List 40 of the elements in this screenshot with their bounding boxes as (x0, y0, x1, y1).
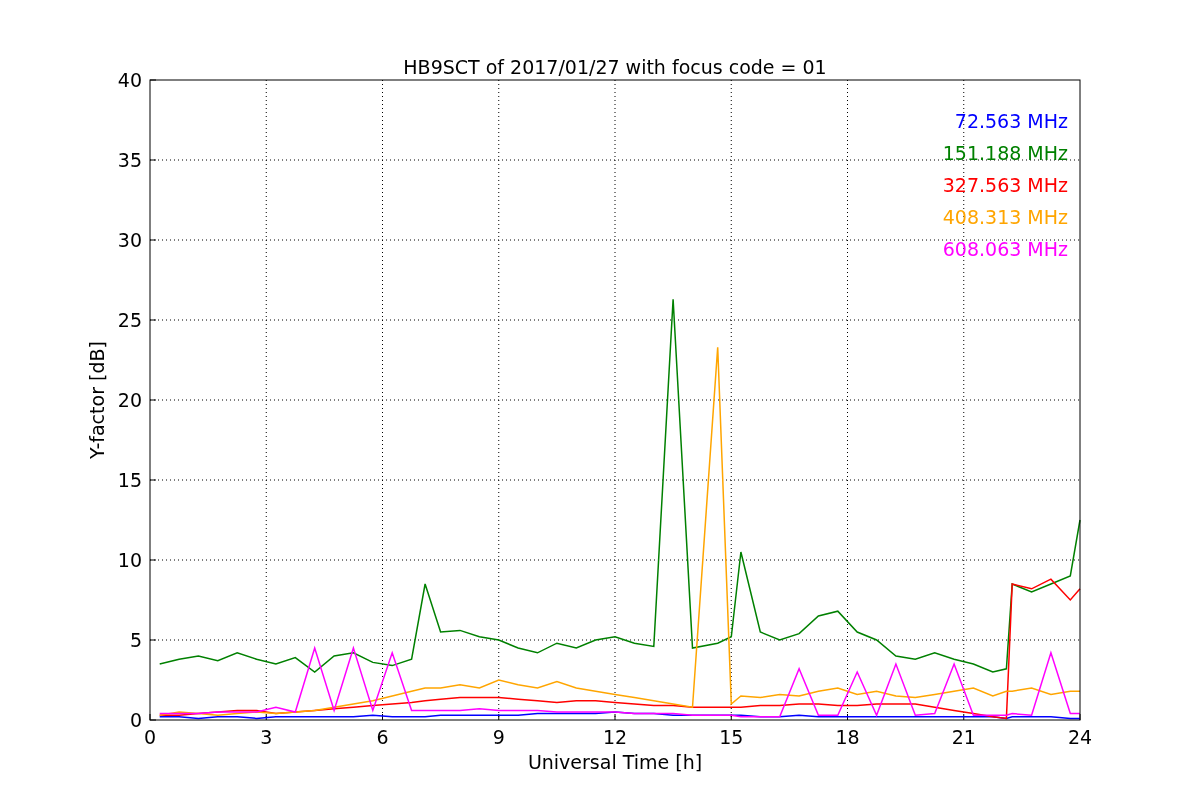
chart-title: HB9SCT of 2017/01/27 with focus code = 01 (403, 56, 827, 78)
tick-mark (614, 713, 616, 721)
legend-label: 408.313 MHz (942, 206, 1068, 228)
tick-mark (149, 319, 157, 321)
x-tick-label: 12 (602, 726, 628, 748)
tick-mark (382, 713, 383, 721)
y-tick-label: 25 (117, 309, 142, 331)
x-tick-label: 0 (143, 726, 157, 748)
y-tick-label: 20 (117, 389, 142, 411)
y-tick-label: 40 (117, 69, 142, 91)
y-tick-label: 5 (129, 629, 142, 651)
tick-mark (847, 713, 848, 721)
y-axis-label: Y-factor [dB] (86, 341, 108, 459)
x-tick-label: 21 (951, 726, 976, 748)
tick-mark (149, 239, 157, 241)
legend-label: 72.563 MHz (954, 110, 1068, 132)
tick-mark (149, 159, 157, 161)
x-tick-label: 3 (260, 726, 273, 748)
legend-label: 608.063 MHz (942, 238, 1068, 260)
tick-mark (498, 713, 500, 721)
tick-mark (149, 559, 157, 561)
x-tick-label: 15 (719, 726, 744, 748)
legend-label: 151.188 MHz (942, 142, 1068, 164)
y-tick-label: 35 (117, 149, 142, 171)
legend-label: 327.563 MHz (942, 174, 1068, 196)
tick-mark (149, 639, 157, 641)
tick-mark (265, 713, 267, 721)
tick-mark (149, 479, 157, 481)
tick-mark (963, 713, 965, 721)
x-tick-label: 18 (835, 726, 860, 748)
x-axis-label: Universal Time [h] (527, 751, 703, 773)
y-tick-label: 15 (117, 469, 142, 491)
y-tick-label: 10 (117, 549, 142, 571)
tick-mark (730, 713, 732, 721)
y-tick-label: 0 (129, 709, 142, 731)
x-tick-label: 6 (376, 726, 389, 748)
x-tick-label: 24 (1067, 726, 1093, 748)
y-tick-label: 30 (117, 229, 142, 251)
x-tick-label: 9 (492, 726, 505, 748)
tick-mark (149, 399, 157, 401)
